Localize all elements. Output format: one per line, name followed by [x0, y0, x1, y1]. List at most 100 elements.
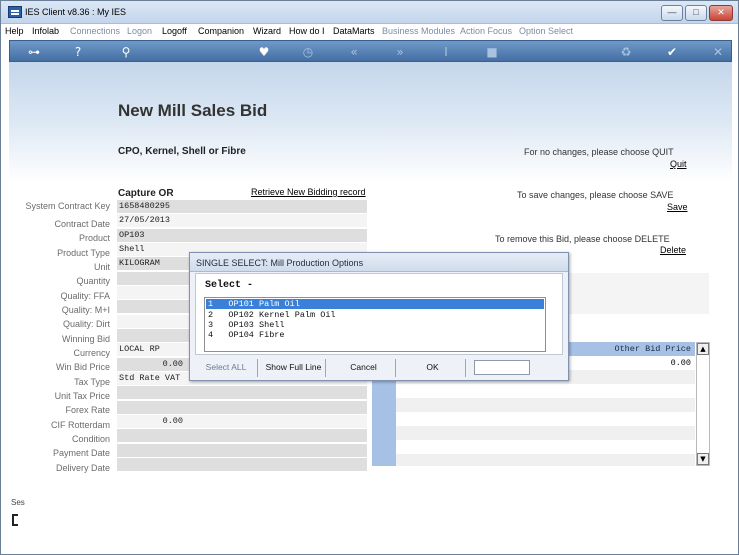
dialog-title-bar: SINGLE SELECT: Mill Production Options: [190, 253, 568, 272]
clock-icon[interactable]: ◷: [300, 44, 316, 60]
grid-scrollbar[interactable]: ▲ ▼: [696, 342, 710, 466]
window-title: IES Client v8.36 : My IES: [25, 7, 127, 17]
scroll-up-arrow[interactable]: ▲: [697, 343, 709, 355]
maximize-button[interactable]: □: [685, 5, 707, 21]
label-product: Product: [78, 233, 110, 243]
quit-link[interactable]: Quit: [670, 159, 687, 169]
save-link[interactable]: Save: [667, 202, 688, 212]
delete-hint: To remove this Bid, please choose DELETE: [495, 234, 670, 244]
key-icon[interactable]: ⊶: [24, 44, 44, 60]
field-forex-rate[interactable]: [117, 401, 367, 414]
menu-infolab[interactable]: Infolab: [32, 26, 59, 36]
back-icon[interactable]: «: [346, 44, 362, 60]
menu-logoff[interactable]: Logoff: [162, 26, 187, 36]
label-currency: Currency: [73, 348, 110, 358]
label-condition: Condition: [71, 434, 110, 444]
label-forex-rate: Forex Rate: [65, 405, 110, 415]
table-row[interactable]: [396, 384, 695, 398]
menu-wizard[interactable]: Wizard: [253, 26, 281, 36]
table-row[interactable]: [396, 440, 695, 454]
ok-button[interactable]: OK: [400, 359, 466, 377]
menu-how-do-i[interactable]: How do I: [289, 26, 325, 36]
forward-icon[interactable]: »: [392, 44, 408, 60]
column-header-other-bid-price[interactable]: Other Bid Price: [614, 344, 691, 354]
status-icon: [12, 514, 18, 526]
label-product-type: Product Type: [57, 248, 110, 258]
quit-hint: For no changes, please choose QUIT: [524, 147, 674, 157]
menu-action-focus[interactable]: Action Focus: [460, 26, 512, 36]
label-unit: Unit: [93, 262, 110, 272]
label-quantity: Quantity: [76, 276, 110, 286]
label-quality-ffa: Quality: FFA: [60, 291, 110, 301]
search-icon[interactable]: ⚲: [118, 44, 134, 60]
scroll-down-arrow[interactable]: ▼: [697, 453, 709, 465]
label-win-bid-price: Win Bid Price: [55, 362, 110, 372]
dialog-search-input[interactable]: [474, 360, 530, 375]
field-condition[interactable]: [117, 429, 367, 442]
label-quality-dirt: Quality: Dirt: [62, 319, 110, 329]
close-icon[interactable]: ✕: [710, 44, 726, 60]
option-op102[interactable]: 2 OP102 Kernel Palm Oil: [206, 310, 544, 320]
table-row[interactable]: [396, 398, 695, 412]
toolbar: ⊶ ? ⚲ ♥ ◷ « » I ■ ♻ ✔ ✕: [9, 40, 732, 62]
label-tax-type: Tax Type: [74, 377, 110, 387]
label-winning-bid: Winning Bid: [61, 334, 110, 344]
dialog-title: SINGLE SELECT: Mill Production Options: [196, 258, 364, 268]
title-bar: IES Client v8.36 : My IES — □ ✕: [1, 1, 738, 24]
field-system-contract-key[interactable]: 1658480295: [117, 200, 367, 213]
capture-label: Capture OR: [118, 188, 174, 199]
heart-icon[interactable]: ♥: [256, 44, 272, 60]
page-title: New Mill Sales Bid: [118, 101, 268, 120]
status-session: Ses: [11, 498, 25, 507]
label-system-contract-key: System Contract Key: [25, 201, 110, 211]
check-icon[interactable]: ✔: [664, 44, 680, 60]
delete-link[interactable]: Delete: [660, 245, 686, 255]
menu-datamarts[interactable]: DataMarts: [333, 26, 375, 36]
minimize-button[interactable]: —: [661, 5, 683, 21]
field-payment-date[interactable]: [117, 444, 367, 457]
single-select-dialog: SINGLE SELECT: Mill Production Options S…: [189, 252, 569, 381]
app-window: IES Client v8.36 : My IES — □ ✕ Help Inf…: [0, 0, 739, 555]
menu-bar: Help Infolab Connections Logon Logoff Co…: [1, 24, 738, 40]
select-prompt: Select -: [205, 280, 254, 291]
field-delivery-date[interactable]: [117, 458, 367, 471]
app-icon: [8, 6, 22, 18]
table-row[interactable]: [396, 454, 695, 466]
dialog-body: Select - 1 OP101 Palm Oil 2 OP102 Kernel…: [195, 273, 563, 355]
info-panel: [569, 273, 709, 314]
menu-companion[interactable]: Companion: [198, 26, 244, 36]
label-delivery-date: Delivery Date: [55, 463, 110, 473]
option-op103[interactable]: 3 OP103 Shell: [206, 320, 544, 330]
menu-help[interactable]: Help: [5, 26, 24, 36]
options-list[interactable]: 1 OP101 Palm Oil 2 OP102 Kernel Palm Oil…: [204, 297, 546, 352]
grid-cell-value: 0.00: [670, 358, 691, 368]
cancel-button[interactable]: Cancel: [332, 359, 396, 377]
help-icon[interactable]: ?: [70, 44, 86, 60]
retrieve-bidding-link[interactable]: Retrieve New Bidding record: [251, 187, 366, 197]
table-row[interactable]: [396, 426, 695, 440]
recycle-icon[interactable]: ♻: [618, 44, 634, 60]
show-full-line-button[interactable]: Show Full Line: [262, 359, 326, 377]
field-contract-date[interactable]: 27/05/2013: [117, 214, 367, 227]
close-window-button[interactable]: ✕: [709, 5, 733, 21]
label-unit-tax-price: Unit Tax Price: [54, 391, 110, 401]
stop-icon[interactable]: ■: [484, 44, 500, 60]
option-op101[interactable]: 1 OP101 Palm Oil: [206, 299, 544, 309]
select-all-button[interactable]: Select ALL: [195, 359, 258, 377]
label-cif-rotterdam: CIF Rotterdam: [50, 420, 110, 430]
menu-connections[interactable]: Connections: [70, 26, 120, 36]
label-payment-date: Payment Date: [52, 448, 110, 458]
table-row[interactable]: [396, 412, 695, 426]
option-op104[interactable]: 4 OP104 Fibre: [206, 330, 544, 340]
page-subtitle: CPO, Kernel, Shell or Fibre: [118, 146, 246, 157]
label-quality-mi: Quality: M+I: [61, 305, 110, 315]
field-product[interactable]: OP103: [117, 229, 367, 242]
field-unit-tax-price[interactable]: [117, 386, 367, 399]
menu-logon[interactable]: Logon: [127, 26, 152, 36]
menu-option-select[interactable]: Option Select: [519, 26, 573, 36]
label-contract-date: Contract Date: [54, 219, 110, 229]
menu-business-modules[interactable]: Business Modules: [382, 26, 455, 36]
field-cif-rotterdam[interactable]: 0.00: [117, 415, 367, 428]
save-hint: To save changes, please choose SAVE: [517, 190, 674, 200]
text-cursor-icon[interactable]: I: [438, 44, 454, 60]
